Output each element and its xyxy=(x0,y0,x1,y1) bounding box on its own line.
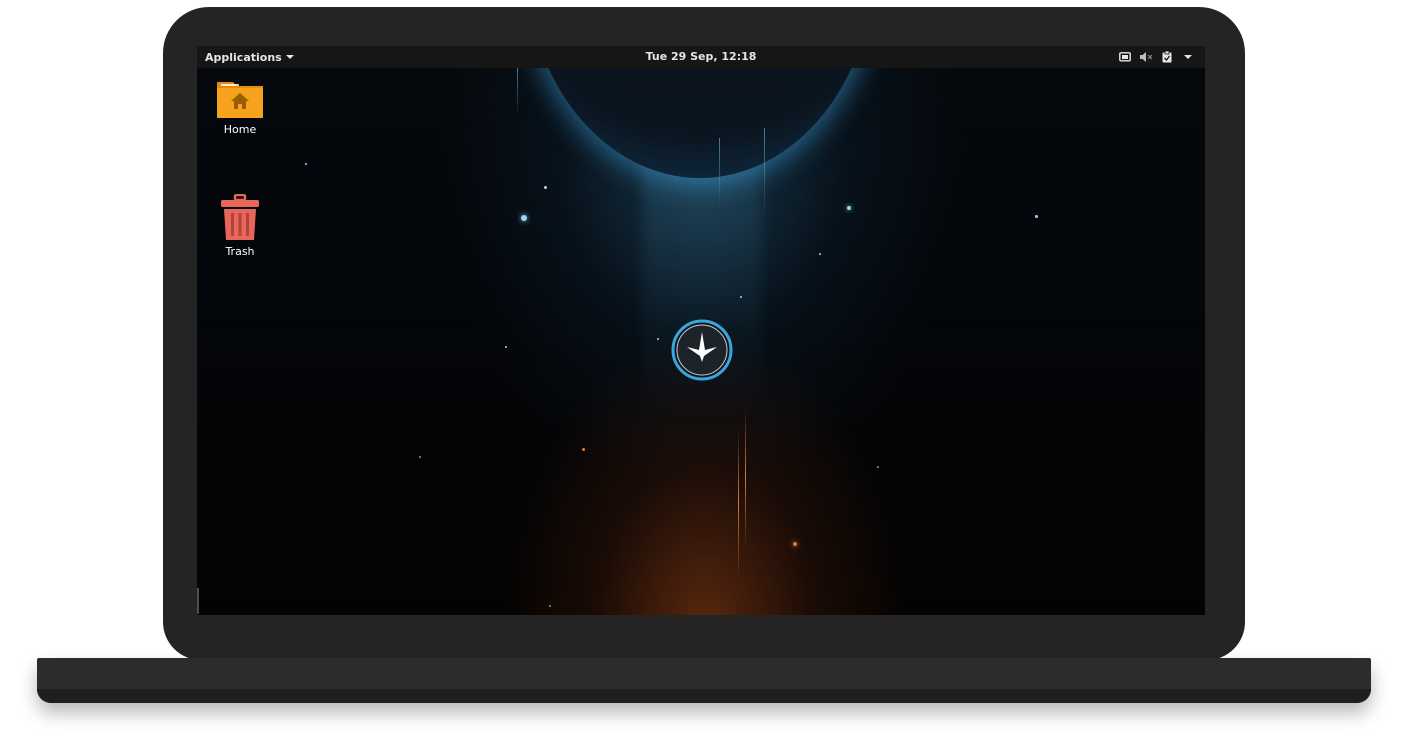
wallpaper-streak xyxy=(738,428,739,578)
top-panel: Applications Tue 29 Sep, 12:18 xyxy=(197,46,1205,68)
desktop-screen: Applications Tue 29 Sep, 12:18 Home Tras… xyxy=(197,46,1205,615)
screen-edge-marker xyxy=(197,588,199,614)
wallpaper-streak xyxy=(745,408,746,548)
desktop-icon-trash[interactable]: Trash xyxy=(205,194,275,258)
star xyxy=(740,296,742,298)
desktop-icon-home[interactable]: Home xyxy=(205,78,275,136)
trash-icon xyxy=(221,194,259,240)
star xyxy=(877,466,879,468)
distribution-logo-icon xyxy=(671,319,733,381)
home-folder-icon xyxy=(217,82,263,118)
system-menu-caret-icon[interactable] xyxy=(1181,50,1195,64)
wallpaper-streak xyxy=(719,138,720,208)
star xyxy=(549,605,551,607)
desktop-icon-label: Trash xyxy=(225,245,255,258)
star xyxy=(582,448,585,451)
star xyxy=(305,163,307,165)
star xyxy=(657,338,659,340)
star xyxy=(419,456,421,458)
clipboard-icon[interactable] xyxy=(1160,50,1174,64)
star xyxy=(1035,215,1038,218)
star xyxy=(793,542,797,546)
desktop-icon-label: Home xyxy=(223,123,257,136)
volume-muted-icon[interactable] xyxy=(1139,50,1153,64)
wallpaper-streak xyxy=(517,68,518,118)
system-tray[interactable] xyxy=(1118,46,1195,68)
clock[interactable]: Tue 29 Sep, 12:18 xyxy=(197,46,1205,68)
laptop-base xyxy=(37,658,1371,703)
star xyxy=(505,346,507,348)
star xyxy=(521,215,527,221)
display-icon[interactable] xyxy=(1118,50,1132,64)
star xyxy=(544,186,547,189)
star xyxy=(819,253,821,255)
star xyxy=(847,206,851,210)
wallpaper-streak xyxy=(764,128,765,218)
laptop-mockup: Applications Tue 29 Sep, 12:18 Home Tras… xyxy=(0,0,1428,738)
